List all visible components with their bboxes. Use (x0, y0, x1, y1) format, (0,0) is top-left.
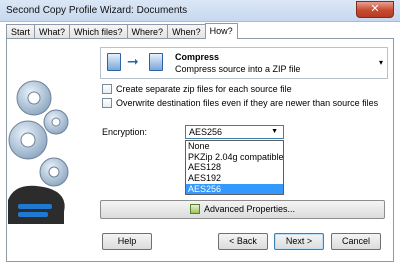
dropdown-arrow-icon[interactable]: ▼ (271, 128, 278, 135)
wizard-tabs: Start What? Which files? Where? When? Ho… (6, 23, 238, 39)
tab-what[interactable]: What? (34, 24, 71, 39)
option-pkzip[interactable]: PKZip 2.04g compatible (186, 152, 284, 163)
source-document-icon (107, 53, 121, 71)
properties-icon (189, 204, 200, 214)
zip-archive-icon (149, 53, 163, 71)
action-description: Compress source into a ZIP file (175, 64, 301, 74)
encryption-label: Encryption: (102, 127, 148, 137)
encryption-select[interactable]: AES256 ▼ (185, 125, 284, 139)
arrow-right-icon: ➞ (127, 53, 139, 69)
option-aes192[interactable]: AES192 (186, 173, 283, 184)
action-name: Compress (175, 52, 220, 62)
gears-illustration-icon (8, 80, 69, 224)
title-bar: Second Copy Profile Wizard: Documents ✕ (0, 0, 400, 22)
close-button[interactable]: ✕ (356, 1, 394, 18)
cancel-button[interactable]: Cancel (331, 233, 381, 250)
overwrite-checkbox[interactable] (102, 98, 112, 108)
tab-start[interactable]: Start (6, 24, 36, 39)
tab-where[interactable]: Where? (126, 24, 169, 39)
tab-how[interactable]: How? (204, 23, 238, 39)
encryption-options-list: None PKZip 2.04g compatible AES128 AES19… (185, 140, 284, 195)
chevron-down-icon[interactable]: ▾ (379, 58, 383, 67)
overwrite-label: Overwrite destination files even if they… (116, 98, 379, 108)
option-aes128[interactable]: AES128 (186, 162, 283, 173)
tab-which-files[interactable]: Which files? (69, 24, 128, 39)
overwrite-option[interactable]: Overwrite destination files even if they… (102, 98, 378, 108)
next-button[interactable]: Next > (274, 233, 324, 250)
window-title: Second Copy Profile Wizard: Documents (6, 5, 188, 16)
option-none[interactable]: None (186, 141, 283, 152)
separate-zip-checkbox[interactable] (102, 84, 112, 94)
encryption-value: AES256 (189, 127, 223, 137)
tab-when[interactable]: When? (167, 24, 206, 39)
advanced-properties-button[interactable]: Advanced Properties... (100, 200, 385, 219)
back-button[interactable]: < Back (218, 233, 268, 250)
help-button[interactable]: Help (102, 233, 152, 250)
option-aes256[interactable]: AES256 (186, 183, 283, 195)
action-selector[interactable]: ➞ Compress Compress source into a ZIP fi… (100, 47, 388, 79)
separate-zip-option[interactable]: Create separate zip files for each sourc… (102, 84, 292, 94)
separate-zip-label: Create separate zip files for each sourc… (116, 84, 292, 94)
advanced-properties-label: Advanced Properties... (203, 204, 296, 214)
